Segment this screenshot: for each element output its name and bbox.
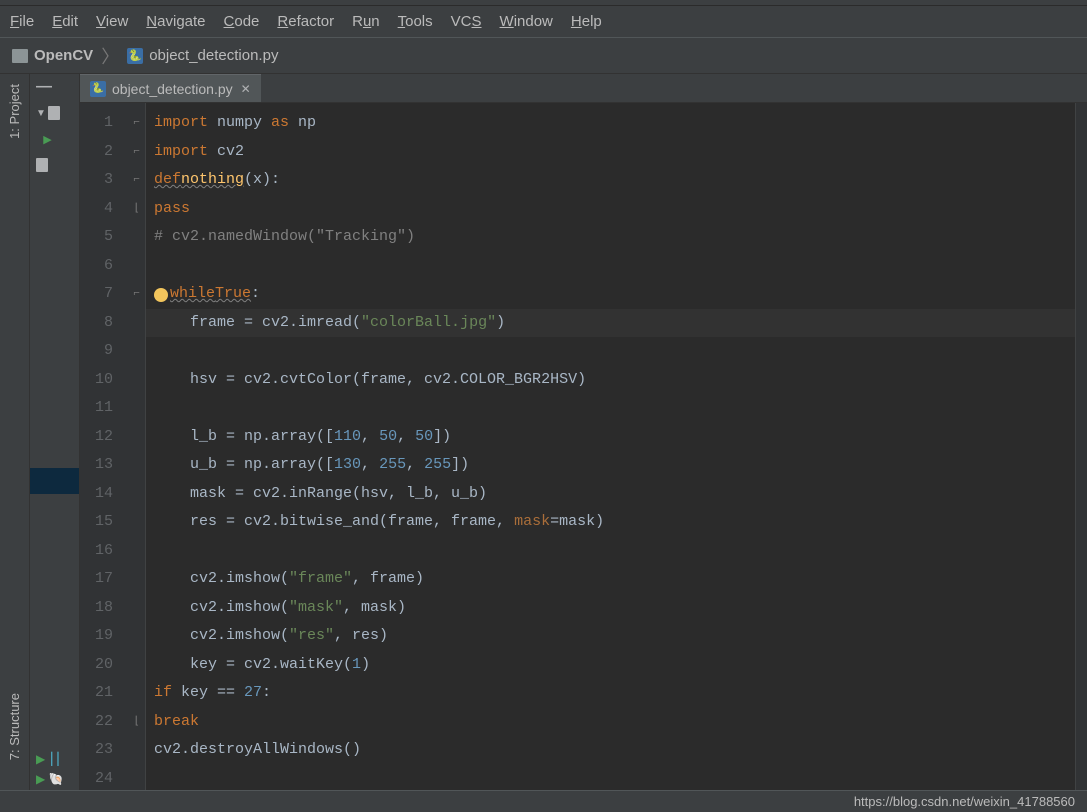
python-file-icon: 🐍: [90, 81, 106, 97]
folder-node[interactable]: [30, 152, 79, 178]
folder-icon: [12, 49, 28, 63]
tab-label: object_detection.py: [112, 81, 233, 97]
chevron-right-icon: 〉: [101, 43, 119, 69]
menu-refactor[interactable]: Refactor: [277, 13, 334, 30]
collapse-button[interactable]: —: [30, 74, 79, 100]
fold-toggle-icon[interactable]: ⌊: [133, 195, 140, 224]
left-tool-strip: 1: Project 7: Structure: [0, 74, 30, 790]
fold-toggle-icon[interactable]: ⌊: [133, 708, 140, 737]
code-line[interactable]: [154, 394, 1075, 423]
fold-toggle-icon[interactable]: ⌐: [133, 166, 140, 195]
code-line[interactable]: import cv2: [154, 138, 1075, 167]
main-area: 1: Project 7: Structure — ▼ ▶ ▶ ⎮⎮ ▶ 🐚 🐍…: [0, 74, 1087, 790]
code-line[interactable]: [154, 252, 1075, 281]
menu-window[interactable]: Window: [500, 13, 553, 30]
code-line[interactable]: cv2.imshow("res", res): [154, 622, 1075, 651]
watermark-text: https://blog.csdn.net/weixin_41788560: [854, 794, 1075, 809]
status-bar: https://blog.csdn.net/weixin_41788560: [0, 790, 1087, 812]
close-icon[interactable]: ✕: [241, 82, 251, 96]
line-number-gutter: 123456789101112131415161718192021222324: [80, 103, 128, 793]
breadcrumb-bar: OpenCV 〉 🐍 object_detection.py: [0, 38, 1087, 74]
tab-bar: 🐍 object_detection.py ✕: [80, 74, 1087, 103]
editor-wrapper: 🐍 object_detection.py ✕ 1234567891011121…: [80, 74, 1087, 790]
menu-code[interactable]: Code: [224, 13, 260, 30]
menu-tools[interactable]: Tools: [398, 13, 433, 30]
menu-file[interactable]: File: [10, 13, 34, 30]
fold-toggle-icon[interactable]: ⌐: [133, 138, 140, 167]
debug-icon[interactable]: ▶ 🐚: [36, 772, 64, 786]
code-line[interactable]: key = cv2.waitKey(1): [154, 651, 1075, 680]
code-line[interactable]: if key == 27:: [154, 679, 1075, 708]
menu-navigate[interactable]: Navigate: [146, 13, 205, 30]
code-line[interactable]: while True:: [154, 280, 1075, 309]
code-line[interactable]: hsv = cv2.cvtColor(frame, cv2.COLOR_BGR2…: [154, 366, 1075, 395]
menu-edit[interactable]: Edit: [52, 13, 78, 30]
code-line[interactable]: [154, 765, 1075, 794]
code-line[interactable]: mask = cv2.inRange(hsv, l_b, u_b): [154, 480, 1075, 509]
menu-help[interactable]: Help: [571, 13, 602, 30]
menu-vcs[interactable]: VCS: [451, 13, 482, 30]
run-icon[interactable]: ▶ ⎮⎮: [36, 752, 64, 766]
selected-node[interactable]: [30, 468, 79, 494]
project-root-node[interactable]: ▼: [30, 100, 79, 126]
code-line[interactable]: cv2.imshow("frame", frame): [154, 565, 1075, 594]
code-line[interactable]: l_b = np.array([110, 50, 50]): [154, 423, 1075, 452]
code-line[interactable]: cv2.imshow("mask", mask): [154, 594, 1075, 623]
code-line[interactable]: cv2.destroyAllWindows(): [154, 736, 1075, 765]
breadcrumb-project[interactable]: OpenCV: [34, 47, 93, 64]
run-config-node[interactable]: ▶: [30, 126, 79, 152]
code-line[interactable]: # cv2.namedWindow("Tracking"): [154, 223, 1075, 252]
code-line[interactable]: u_b = np.array([130, 255, 255]): [154, 451, 1075, 480]
code-line[interactable]: pass: [154, 195, 1075, 224]
fold-toggle-icon[interactable]: ⌐: [133, 280, 140, 309]
error-stripe: [1075, 103, 1087, 793]
code-line[interactable]: def nothing(x):: [154, 166, 1075, 195]
code-editor[interactable]: 123456789101112131415161718192021222324 …: [80, 103, 1087, 793]
intention-bulb-icon[interactable]: [154, 288, 168, 302]
code-line[interactable]: frame = cv2.imread("colorBall.jpg"): [146, 309, 1075, 338]
project-tree-collapsed: — ▼ ▶ ▶ ⎮⎮ ▶ 🐚: [30, 74, 80, 790]
python-file-icon: 🐍: [127, 48, 143, 64]
menu-bar: File Edit View Navigate Code Refactor Run Tools…: [0, 6, 1087, 38]
code-line[interactable]: [154, 337, 1075, 366]
bottom-tool-icons: ▶ ⎮⎮ ▶ 🐚: [36, 752, 64, 786]
fold-toggle-icon[interactable]: ⌐: [133, 109, 140, 138]
code-line[interactable]: [154, 537, 1075, 566]
structure-tool-button[interactable]: 7: Structure: [7, 693, 22, 760]
fold-gutter: ⌐⌐⌐⌊⌐⌊: [128, 103, 146, 793]
menu-view[interactable]: View: [96, 13, 128, 30]
breadcrumb-file[interactable]: object_detection.py: [149, 47, 278, 64]
menu-run[interactable]: Run: [352, 13, 380, 30]
editor-tab[interactable]: 🐍 object_detection.py ✕: [80, 74, 261, 102]
project-tool-button[interactable]: 1: Project: [7, 84, 22, 139]
code-line[interactable]: res = cv2.bitwise_and(frame, frame, mask…: [154, 508, 1075, 537]
code-area[interactable]: import numpy as npimport cv2def nothing(…: [146, 103, 1075, 793]
code-line[interactable]: break: [154, 708, 1075, 737]
code-line[interactable]: import numpy as np: [154, 109, 1075, 138]
